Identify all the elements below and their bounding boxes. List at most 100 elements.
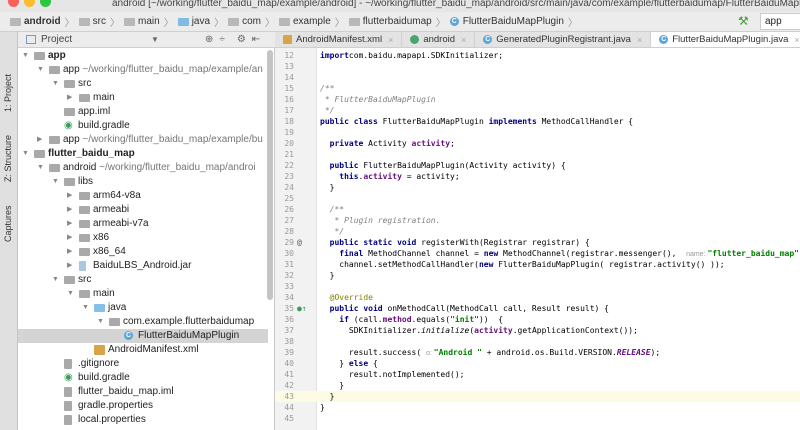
- implemented-icon[interactable]: @: [297, 237, 302, 248]
- tree-item[interactable]: ▼ src: [18, 77, 268, 91]
- tree-item[interactable]: local.properties: [18, 413, 268, 427]
- tree-item-name: BaiduLBS_Android.jar: [93, 260, 192, 271]
- chevron-down-icon[interactable]: ▼: [52, 273, 59, 287]
- chevron-right-icon[interactable]: ▶: [67, 189, 72, 203]
- chevron-down-icon[interactable]: ▼: [37, 161, 44, 175]
- gear-icon[interactable]: ⚙: [237, 34, 246, 45]
- tab-androidmanifest-xml[interactable]: AndroidManifest.xml ×: [275, 32, 403, 47]
- chevron-right-icon[interactable]: ▶: [67, 91, 72, 105]
- close-icon[interactable]: ×: [794, 35, 799, 45]
- breadcrumb-item[interactable]: src 〉: [78, 14, 120, 29]
- line-number: 15: [284, 84, 294, 93]
- hide-panel-icon[interactable]: ⇤: [252, 34, 260, 45]
- tree-item[interactable]: AndroidManifest.xml: [18, 343, 268, 357]
- tree-item-name: com.example.flutterbaidumap: [123, 316, 255, 327]
- code-editor[interactable]: 12 importcom.baidu.mapapi.SDKInitializer;…: [275, 48, 800, 430]
- maximize-window-button[interactable]: [40, 0, 51, 7]
- code-token: + android.os.Build.VERSION.: [481, 348, 617, 357]
- tab-flutterbaidumapplugin-java[interactable]: C FlutterBaiduMapPlugin.java ×: [651, 32, 800, 47]
- code-text: /**: [320, 204, 344, 215]
- close-icon[interactable]: ×: [461, 35, 466, 45]
- close-icon[interactable]: ×: [388, 35, 393, 45]
- close-window-button[interactable]: [8, 0, 19, 7]
- hammer-icon[interactable]: ⚒: [738, 14, 749, 28]
- tree-item[interactable]: ▶ app ~/working/flutter_baidu_map/example…: [18, 133, 268, 147]
- tree-item[interactable]: ▼ app: [18, 49, 268, 63]
- code-token: "init": [450, 315, 479, 324]
- chevron-down-icon[interactable]: ▼: [67, 287, 74, 301]
- line-number: 25: [284, 194, 294, 203]
- run-configuration-select[interactable]: app: [760, 13, 800, 30]
- tool-project[interactable]: 1: Project: [3, 74, 13, 112]
- chevron-right-icon[interactable]: ▶: [67, 245, 72, 259]
- tree-item[interactable]: ▶ armeabi: [18, 203, 268, 217]
- collapse-icon[interactable]: ÷: [219, 34, 225, 45]
- tree-item[interactable]: ▼ android ~/working/flutter_baidu_map/and…: [18, 161, 268, 175]
- tab-generatedpluginregistrant-java[interactable]: C GeneratedPluginRegistrant.java ×: [475, 32, 652, 47]
- breadcrumb-item[interactable]: java 〉: [177, 14, 224, 29]
- tree-item[interactable]: ▶ arm64-v8a: [18, 189, 268, 203]
- chevron-down-icon[interactable]: ▼: [22, 147, 29, 161]
- code-text: this.activity = activity;: [320, 171, 459, 182]
- breadcrumb-item[interactable]: C FlutterBaiduMapPlugin 〉: [449, 14, 578, 29]
- tree-item[interactable]: ▶ BaiduLBS_Android.jar: [18, 259, 268, 273]
- breadcrumb-item[interactable]: main 〉: [124, 14, 174, 29]
- line-number: 34: [284, 293, 294, 302]
- file-icon: [64, 401, 72, 411]
- breadcrumb-item[interactable]: example 〉: [278, 14, 345, 29]
- chevron-down-icon[interactable]: ▼: [151, 35, 159, 44]
- chevron-down-icon[interactable]: ▼: [22, 49, 29, 63]
- code-text: }: [320, 182, 335, 193]
- chevron-down-icon[interactable]: ▼: [82, 301, 89, 315]
- tree-item[interactable]: ▶ x86_64: [18, 245, 268, 259]
- breadcrumb-item[interactable]: flutterbaidumap 〉: [348, 14, 446, 29]
- code-line: 37 SDKInitializer.initialize(activity.ge…: [275, 325, 800, 336]
- chevron-right-icon[interactable]: ▶: [67, 217, 72, 231]
- minimize-window-button[interactable]: [24, 0, 35, 7]
- tree-item[interactable]: ▼ libs: [18, 175, 268, 189]
- close-icon[interactable]: ×: [637, 35, 642, 45]
- chevron-right-icon[interactable]: ▶: [67, 231, 72, 245]
- code-text: channel.setMethodCallHandler(new Flutter…: [320, 259, 725, 270]
- tree-item[interactable]: ▼ main: [18, 287, 268, 301]
- breadcrumb-item[interactable]: com 〉: [228, 14, 275, 29]
- chevron-right-icon[interactable]: ▶: [37, 133, 42, 147]
- line-number: 35: [284, 304, 294, 313]
- tool-structure[interactable]: Z: Structure: [3, 135, 13, 182]
- tree-item[interactable]: ▼ com.example.flutterbaidumap: [18, 315, 268, 329]
- tree-item[interactable]: ▼ java: [18, 301, 268, 315]
- line-number: 24: [284, 183, 294, 192]
- tree-item[interactable]: app.iml: [18, 105, 268, 119]
- project-scrollbar[interactable]: [267, 50, 273, 300]
- chevron-down-icon[interactable]: ▼: [52, 175, 59, 189]
- tree-item[interactable]: ▼ app ~/working/flutter_baidu_map/example…: [18, 63, 268, 77]
- breadcrumb-item[interactable]: android 〉: [10, 14, 75, 29]
- project-view-select[interactable]: Project: [41, 34, 151, 45]
- chevron-right-icon[interactable]: ▶: [67, 259, 72, 273]
- tree-item[interactable]: gradle.properties: [18, 399, 268, 413]
- tree-item[interactable]: ▼ flutter_baidu_map: [18, 147, 268, 161]
- tree-item[interactable]: ◉ build.gradle: [18, 371, 268, 385]
- code-token: public void: [329, 304, 388, 313]
- tree-item[interactable]: flutter_baidu_map.iml: [18, 385, 268, 399]
- code-token: /**: [320, 84, 335, 93]
- code-token: FlutterBaiduMapPlugin( registrar.activit…: [498, 260, 725, 269]
- chevron-down-icon[interactable]: ▼: [37, 63, 44, 77]
- tab-android[interactable]: android ×: [402, 32, 476, 47]
- chevron-right-icon[interactable]: ▶: [67, 203, 72, 217]
- code-token: o:: [425, 350, 434, 357]
- chevron-down-icon[interactable]: ▼: [97, 315, 104, 329]
- chevron-down-icon[interactable]: ▼: [52, 77, 59, 91]
- tree-item[interactable]: C FlutterBaiduMapPlugin: [18, 329, 268, 343]
- override-icon[interactable]: ●↑: [297, 303, 307, 314]
- tree-item[interactable]: .gitignore: [18, 357, 268, 371]
- tool-captures[interactable]: Captures: [3, 205, 13, 242]
- tree-item[interactable]: ▶ main: [18, 91, 268, 105]
- tree-item[interactable]: ▶ armeabi-v7a: [18, 217, 268, 231]
- tree-item[interactable]: ◉ build.gradle: [18, 119, 268, 133]
- breadcrumb-label: flutterbaidumap: [362, 16, 432, 27]
- locate-icon[interactable]: ⊕: [205, 34, 213, 45]
- tree-item[interactable]: ▶ x86: [18, 231, 268, 245]
- tree-item[interactable]: ▼ src: [18, 273, 268, 287]
